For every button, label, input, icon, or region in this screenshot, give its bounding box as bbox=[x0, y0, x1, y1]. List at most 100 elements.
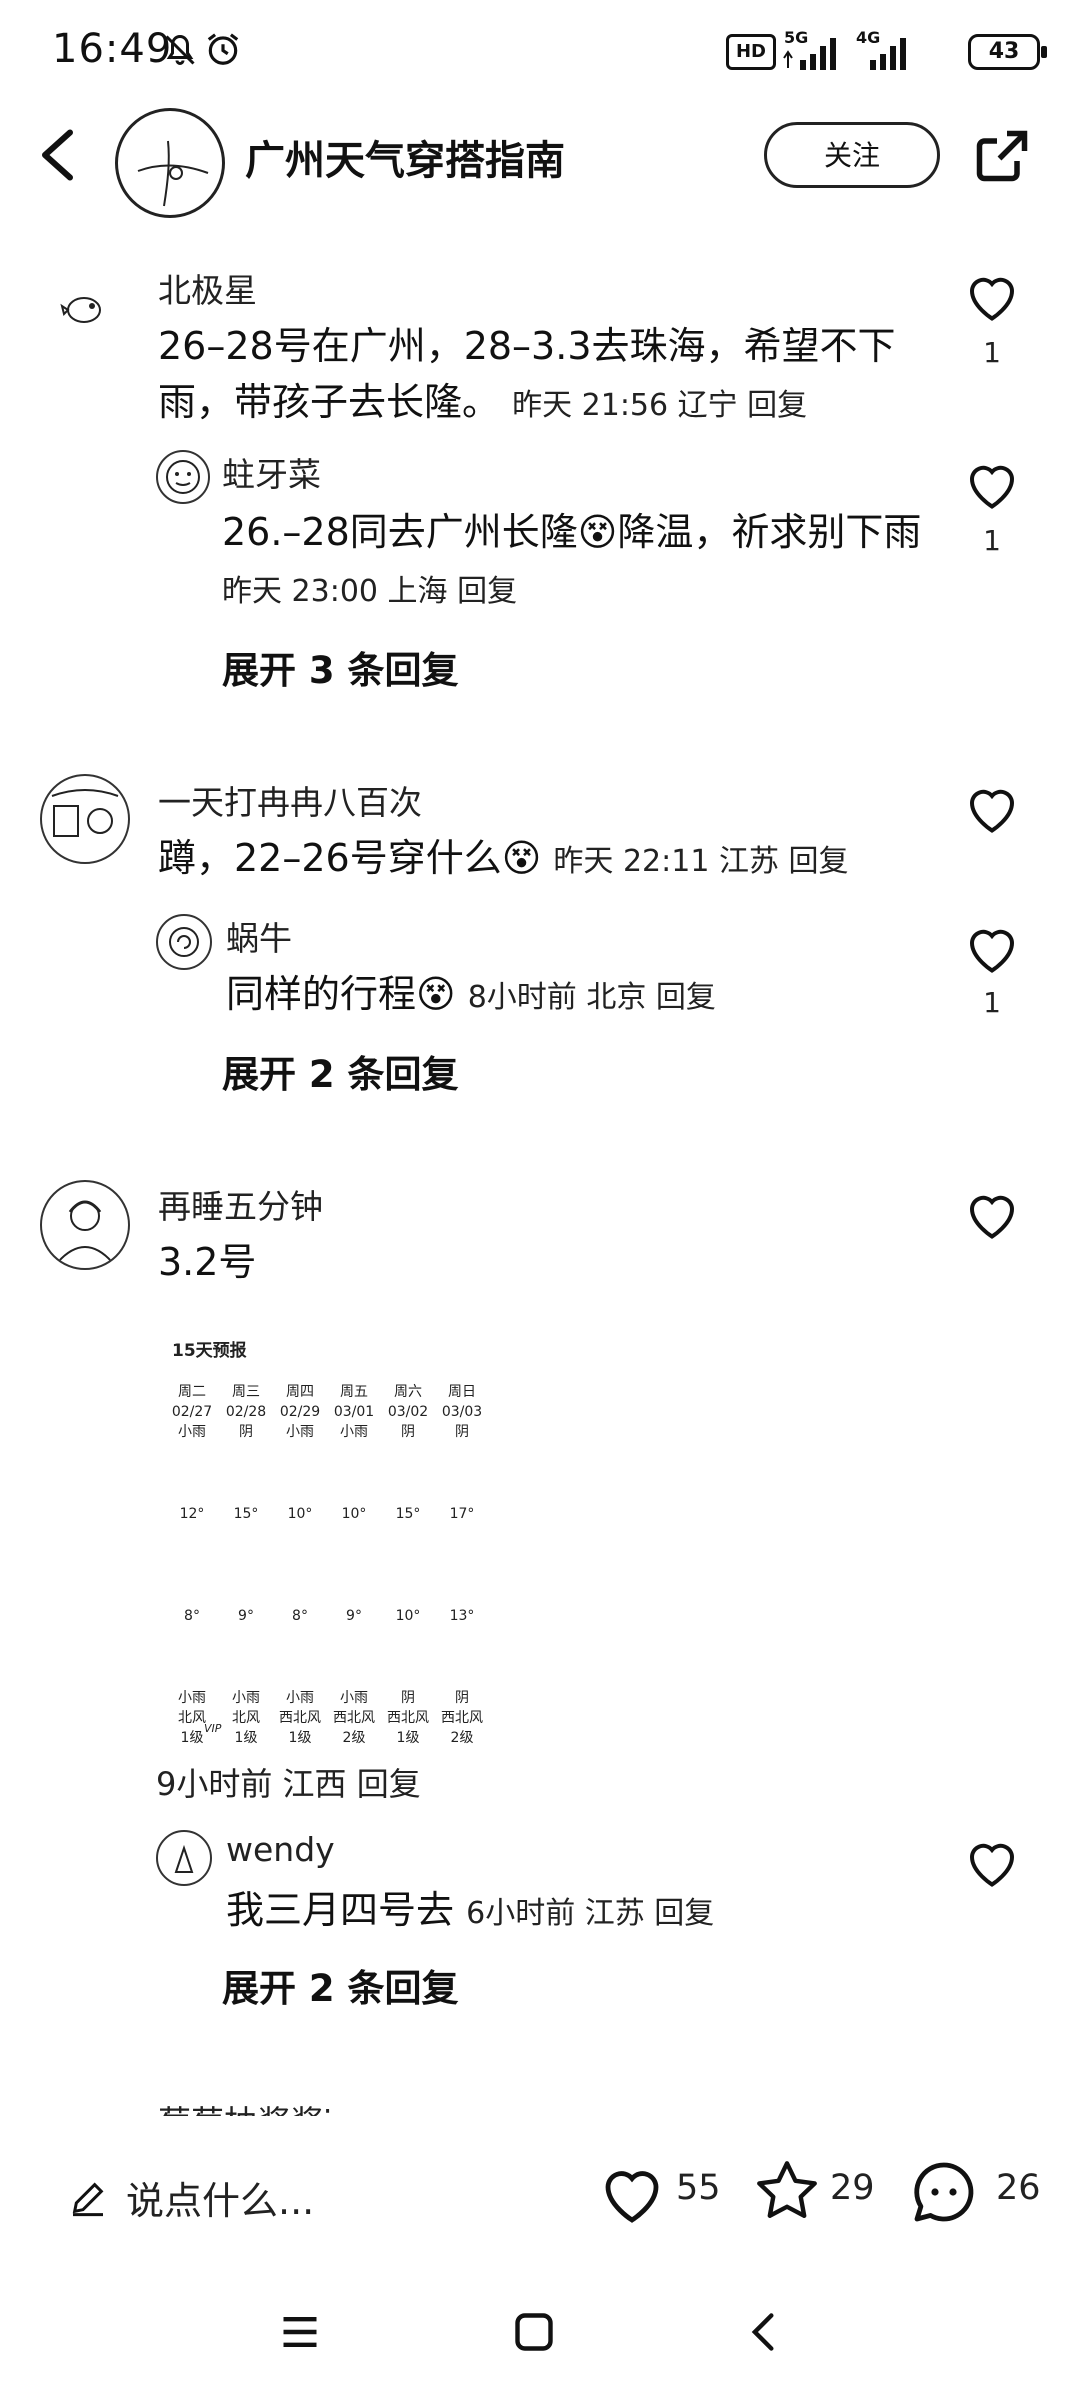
next-comment-peek: 葡萄柚酱酱i bbox=[0, 2080, 1080, 2116]
reply-body: 同样的行程😵 bbox=[226, 972, 456, 1016]
comment-body: 3.2号 bbox=[158, 1240, 257, 1284]
reply-meta[interactable]: 8小时前 北京 回复 bbox=[468, 980, 716, 1015]
reply-author[interactable]: wendy bbox=[226, 1830, 335, 1869]
forecast-high: 10° bbox=[341, 1506, 367, 1522]
forecast-high: 10° bbox=[287, 1506, 313, 1522]
avatar-sketch-icon bbox=[174, 1844, 194, 1873]
pencil-icon[interactable] bbox=[68, 2178, 108, 2218]
forecast-night-weather: 小雨 bbox=[178, 1690, 206, 1706]
signal-icon bbox=[783, 38, 836, 70]
portrait-avatar-icon bbox=[57, 1200, 113, 1263]
comment-author[interactable]: 一天打冉冉八百次 bbox=[158, 776, 422, 824]
expand-replies-button[interactable]: 展开 2 条回复 bbox=[222, 1958, 459, 2012]
comment-input[interactable]: 说点什么... bbox=[126, 2170, 314, 2225]
comment-body: 蹲，22–26号穿什么😵 bbox=[158, 836, 542, 880]
avatar-sketch bbox=[137, 140, 209, 207]
share-icon[interactable] bbox=[972, 126, 1032, 186]
like-count: 1 bbox=[983, 524, 1001, 557]
heart-icon[interactable] bbox=[962, 920, 1022, 976]
comment-meta[interactable]: 昨天 21:56 辽宁 回复 bbox=[512, 388, 807, 423]
forecast-low: 8° bbox=[184, 1608, 200, 1624]
sketch-avatar-icon bbox=[51, 789, 119, 837]
signal-icon-2 bbox=[870, 38, 906, 70]
forecast-weather: 小雨 bbox=[286, 1424, 314, 1440]
forecast-high: 12° bbox=[179, 1506, 205, 1522]
forecast-wind: 北风 bbox=[232, 1710, 260, 1726]
reply-text: 同样的行程😵 8小时前 北京 回复 bbox=[226, 966, 946, 1026]
comment-text: 蹲，22–26号穿什么😵 昨天 22:11 江苏 回复 bbox=[158, 830, 918, 890]
forecast-date: 02/27 bbox=[171, 1404, 213, 1420]
avatar[interactable] bbox=[40, 1180, 130, 1270]
forecast-night-weather: 阴 bbox=[401, 1690, 415, 1706]
expand-replies-button[interactable]: 展开 2 条回复 bbox=[222, 1044, 459, 1098]
forecast-wind-level: 1级 bbox=[234, 1730, 258, 1746]
heart-icon[interactable] bbox=[962, 456, 1022, 512]
expand-replies-button[interactable]: 展开 3 条回复 bbox=[222, 640, 459, 694]
reply-author[interactable]: 蜗牛 bbox=[226, 912, 292, 960]
forecast-date: 03/02 bbox=[387, 1404, 429, 1420]
comment-meta[interactable]: 9小时前 江西 回复 bbox=[156, 1756, 421, 1812]
forecast-wind-level: 1级 bbox=[288, 1730, 312, 1746]
reply-author[interactable]: 蛀牙菜 bbox=[222, 448, 321, 496]
like-count: 1 bbox=[983, 986, 1001, 1019]
forecast-wind-level: 2级 bbox=[450, 1730, 474, 1746]
forecast-date: 02/29 bbox=[279, 1404, 321, 1420]
heart-icon[interactable] bbox=[962, 268, 1022, 324]
forecast-high: 15° bbox=[395, 1506, 421, 1522]
forecast-wind: 西北风 bbox=[387, 1710, 429, 1726]
avatar[interactable] bbox=[156, 914, 212, 970]
hd-badge: HD bbox=[726, 34, 776, 70]
forecast-weather: 阴 bbox=[455, 1424, 469, 1440]
comment-author[interactable]: 北极星 bbox=[158, 264, 257, 312]
forecast-high: 17° bbox=[449, 1506, 475, 1522]
avatar[interactable] bbox=[156, 450, 210, 504]
reply-meta[interactable]: 6小时前 江苏 回复 bbox=[466, 1896, 714, 1931]
forecast-title: 15天预报 bbox=[172, 1341, 247, 1361]
star-icon[interactable] bbox=[752, 2156, 822, 2226]
forecast-wind-level: 2级 bbox=[342, 1730, 366, 1746]
reply-meta[interactable]: 昨天 23:00 上海 回复 bbox=[222, 574, 517, 609]
like-count: 1 bbox=[983, 336, 1001, 369]
forecast-day-name: 周五 bbox=[340, 1384, 368, 1400]
page-title: 广州天气穿搭指南 bbox=[245, 138, 565, 184]
heart-icon[interactable] bbox=[962, 1834, 1022, 1890]
bird-avatar-icon bbox=[60, 297, 101, 323]
forecast-day-name: 周二 bbox=[178, 1384, 206, 1400]
back-icon[interactable] bbox=[30, 125, 90, 185]
avatar[interactable] bbox=[40, 774, 130, 864]
comment-icon[interactable] bbox=[908, 2156, 980, 2228]
heart-icon[interactable] bbox=[962, 1186, 1022, 1242]
snail-avatar-icon bbox=[169, 927, 199, 957]
comment-author[interactable]: 再睡五分钟 bbox=[158, 1180, 323, 1228]
back-nav-icon[interactable] bbox=[742, 2310, 786, 2354]
forecast-wind: 西北风 bbox=[279, 1710, 321, 1726]
forecast-high: 15° bbox=[233, 1506, 259, 1522]
reply-body: 我三月四号去 bbox=[226, 1888, 455, 1932]
forecast-weather: 阴 bbox=[239, 1424, 253, 1440]
forecast-wind-level: 1级 bbox=[396, 1730, 420, 1746]
forecast-date: 03/03 bbox=[441, 1404, 483, 1420]
comment-meta[interactable]: 昨天 22:11 江苏 回复 bbox=[553, 844, 848, 879]
menu-icon[interactable] bbox=[278, 2310, 322, 2354]
like-icon[interactable] bbox=[596, 2160, 668, 2226]
follow-button[interactable]: 关注 bbox=[764, 122, 940, 188]
comment-total: 26 bbox=[996, 2168, 1041, 2208]
forecast-day-name: 周四 bbox=[286, 1384, 314, 1400]
battery-icon: 43 bbox=[968, 34, 1047, 70]
forecast-weather: 小雨 bbox=[340, 1424, 368, 1440]
comment-image[interactable]: 15天预报 周二 02/27 小雨 12° 8° 小雨 北风 1级 周三 02/28 阴 15° 9° 小… bbox=[156, 1292, 496, 1746]
face-avatar-icon bbox=[166, 460, 200, 494]
forecast-day-name: 周日 bbox=[448, 1384, 476, 1400]
avatar[interactable] bbox=[156, 1830, 212, 1886]
forecast-wind: 西北风 bbox=[333, 1710, 375, 1726]
heart-icon[interactable] bbox=[962, 780, 1022, 836]
clock: 16:49 bbox=[52, 26, 173, 72]
forecast-day-name: 周三 bbox=[232, 1384, 260, 1400]
alarm-icon bbox=[207, 33, 239, 65]
forecast-low: 9° bbox=[346, 1608, 362, 1624]
avatar[interactable] bbox=[58, 282, 108, 332]
comment-author[interactable]: 葡萄柚酱酱i bbox=[158, 2096, 332, 2116]
home-icon[interactable] bbox=[512, 2310, 556, 2354]
forecast-weather: 小雨 bbox=[178, 1424, 206, 1440]
author-avatar[interactable] bbox=[115, 108, 225, 218]
